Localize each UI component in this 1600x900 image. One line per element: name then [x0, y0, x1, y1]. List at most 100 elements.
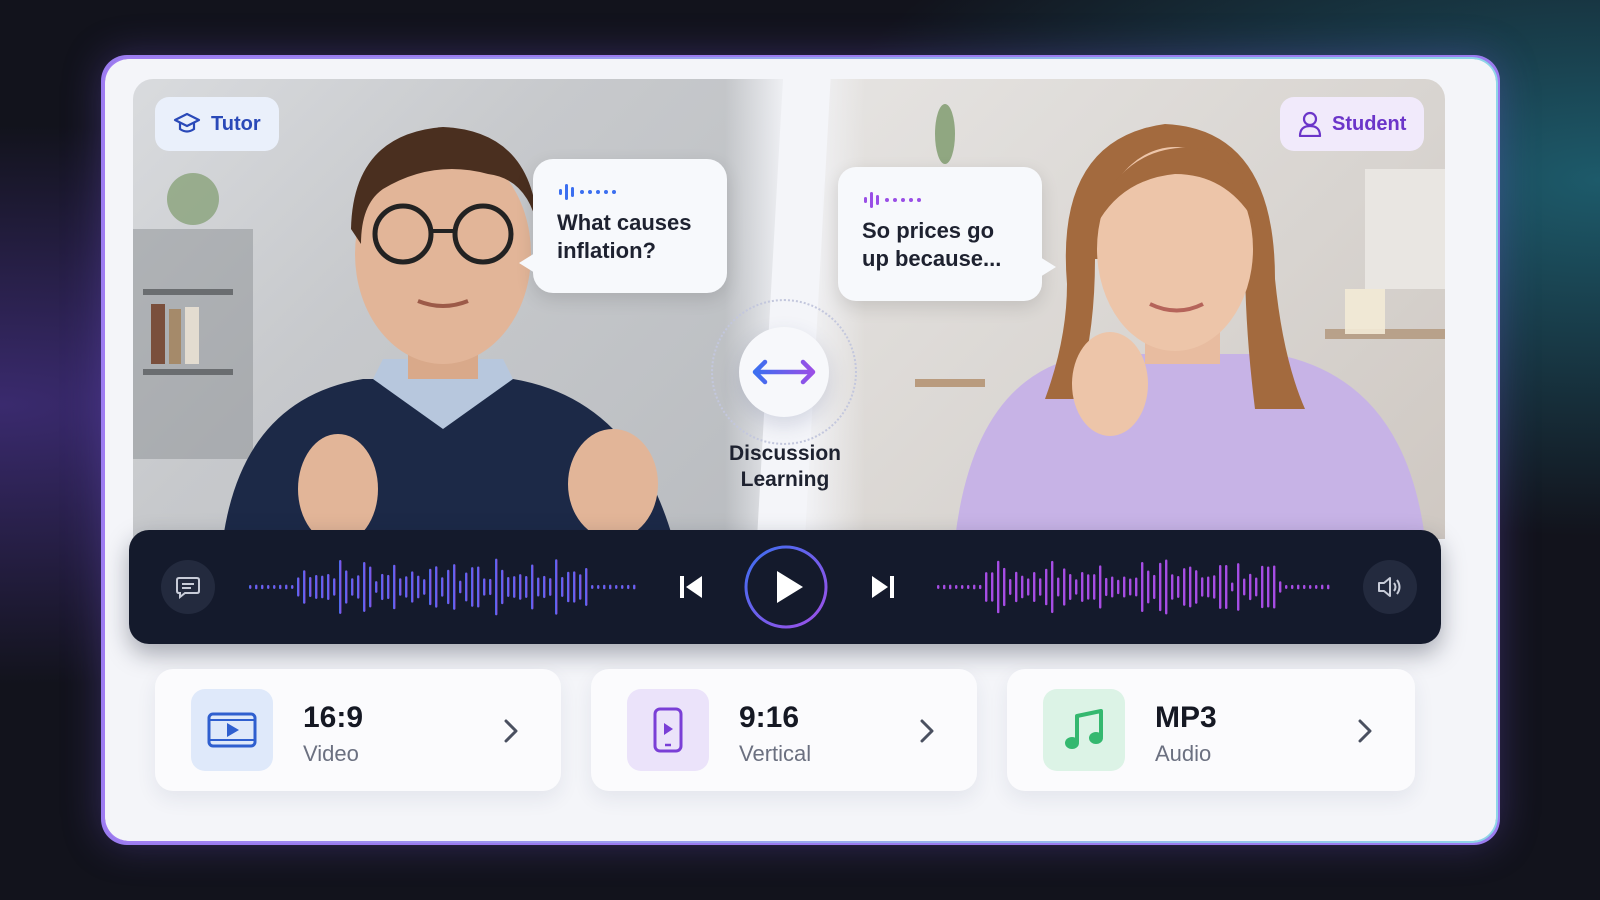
chevron-right-icon — [501, 717, 521, 745]
audio-player-bar — [129, 530, 1441, 644]
waveform-bar — [1231, 582, 1234, 592]
waveform-bar — [627, 584, 630, 590]
graduation-cap-icon — [173, 112, 201, 133]
waveform-bar — [309, 576, 312, 598]
waveform-bar — [1153, 574, 1156, 600]
waveform-bar — [1171, 574, 1174, 600]
format-title: 9:16 — [739, 701, 800, 734]
waveform-bar — [1165, 559, 1168, 615]
waveform-bar — [955, 585, 958, 589]
format-subtitle: Audio — [1155, 741, 1212, 766]
volume-icon — [1378, 577, 1401, 597]
format-card-video[interactable]: 16:9 Video — [155, 669, 561, 791]
waveform-bar — [603, 584, 606, 590]
waveform-bar — [567, 571, 570, 603]
center-label-line1: Discussion — [728, 442, 842, 465]
student-speech-bubble: So prices go up because... — [838, 167, 1056, 301]
waveform-bar — [609, 584, 612, 590]
waveform-bar — [537, 577, 540, 597]
waveform-bar — [949, 584, 952, 590]
waveform-bar — [1123, 576, 1126, 598]
waveform-bar — [591, 585, 594, 589]
chevron-right-icon — [917, 717, 937, 745]
waveform-bar — [519, 574, 522, 600]
waveform-bar — [1213, 575, 1216, 599]
format-card-audio[interactable]: MP3 Audio — [1007, 669, 1415, 791]
waveform-bar — [1189, 566, 1192, 608]
next-button[interactable] — [869, 569, 897, 605]
waveform-bar — [255, 584, 258, 590]
waveform-bar — [973, 584, 976, 590]
discussion-learning-label: Discussion Learning — [705, 441, 865, 493]
play-button[interactable] — [743, 544, 829, 630]
waveform-bar — [579, 574, 582, 600]
waveform-bar — [1051, 560, 1054, 614]
waveform-bar — [393, 564, 396, 610]
waveform-bar — [363, 562, 366, 612]
play-icon — [744, 545, 828, 629]
waveform-bar — [291, 585, 294, 589]
waveform-bar — [1273, 565, 1276, 609]
tutor-bubble-text: What causes inflation? — [557, 210, 692, 263]
waveform-bar — [1009, 579, 1012, 595]
waveform-bar — [327, 573, 330, 601]
waveform-bar — [961, 585, 964, 589]
music-note-icon — [1043, 689, 1125, 771]
waveform-bar — [1129, 578, 1132, 596]
waveform-bar — [447, 569, 450, 605]
waveform-bar — [267, 585, 270, 589]
waveform-bar — [573, 571, 576, 603]
waveform-bar — [483, 578, 486, 596]
waveform-bar — [1105, 577, 1108, 597]
waveform-bar — [1243, 578, 1246, 596]
waveform-bar — [1183, 568, 1186, 606]
waveform-bar — [1195, 570, 1198, 604]
tutor-badge: Tutor — [155, 97, 279, 151]
waveform-bar — [303, 570, 306, 604]
center-label-line2: Learning — [740, 468, 830, 491]
waveform-bar — [1003, 567, 1006, 607]
waveform-bar — [285, 584, 288, 590]
waveform-bar — [321, 575, 324, 599]
waveform-bar — [459, 580, 462, 594]
double-arrow-icon — [752, 359, 816, 385]
waveform-bar — [471, 567, 474, 607]
waveform-bar — [405, 576, 408, 598]
transcript-button[interactable] — [161, 560, 215, 614]
waveform-bar — [1039, 578, 1042, 596]
waveform-bar — [507, 577, 510, 597]
exchange-button[interactable] — [739, 327, 829, 417]
waveform-bar — [1057, 577, 1060, 597]
waveform-bar — [1267, 566, 1270, 608]
waveform-bar — [1261, 565, 1264, 609]
waveform-bar — [597, 585, 600, 589]
waveform-bar — [297, 577, 300, 597]
waveform-bar — [489, 578, 492, 596]
waveform-bar — [1033, 571, 1036, 603]
waveform-bar — [979, 584, 982, 590]
format-title: MP3 — [1155, 701, 1217, 734]
skip-next-icon — [872, 576, 894, 598]
waveform-bar — [1177, 576, 1180, 598]
waveform-bar — [1291, 584, 1294, 590]
format-subtitle: Vertical — [739, 741, 812, 766]
waveform-bar — [1021, 575, 1024, 599]
video-play-icon — [191, 689, 273, 771]
waveform-bar — [1147, 570, 1150, 604]
waveform-bar — [477, 566, 480, 608]
format-title: 16:9 — [303, 701, 364, 734]
waveform-bar — [411, 571, 414, 603]
waveform-bar — [1081, 572, 1084, 602]
user-icon — [1298, 111, 1322, 137]
previous-button[interactable] — [677, 569, 705, 605]
waveform-bar — [1225, 564, 1228, 610]
waveform-bar — [513, 576, 516, 598]
waveform-bar — [555, 559, 558, 615]
waveform-bar — [543, 575, 546, 599]
phone-vertical-icon — [627, 689, 709, 771]
waveform-bar — [261, 584, 264, 590]
tutor-speech-bubble: What causes inflation? — [519, 159, 727, 293]
waveform-bar — [937, 585, 940, 589]
format-card-vertical[interactable]: 9:16 Vertical — [591, 669, 977, 791]
volume-button[interactable] — [1363, 560, 1417, 614]
